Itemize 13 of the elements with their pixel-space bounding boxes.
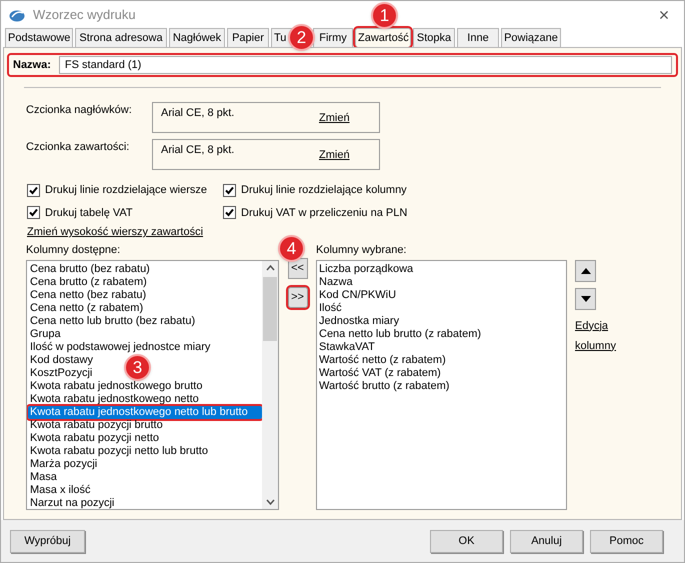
checkbox-label: Drukuj linie rozdzielające wiersze bbox=[45, 183, 208, 198]
font-label: Czcionka zawartości: bbox=[26, 140, 130, 155]
window-title: Wzorzec wydruku bbox=[33, 6, 136, 24]
list-label: Kolumny wybrane: bbox=[316, 242, 408, 258]
font-value: Arial CE, 8 pkt. bbox=[161, 143, 236, 158]
font-label: Czcionka nagłówków: bbox=[26, 103, 133, 118]
callout-tooltip: 1 bbox=[371, 2, 398, 29]
checkbox-label: Drukuj VAT w przeliczeniu na PLN bbox=[241, 206, 408, 220]
list-label: Kolumny dostępne: bbox=[26, 242, 122, 258]
checkbox-label: Drukuj tabelę VAT bbox=[45, 206, 133, 220]
checkbox-label: Drukuj linie rozdzielające kolumny bbox=[241, 183, 407, 198]
font-value: Arial CE, 8 pkt. bbox=[161, 106, 236, 121]
name-label: Nazwa: bbox=[13, 58, 51, 73]
